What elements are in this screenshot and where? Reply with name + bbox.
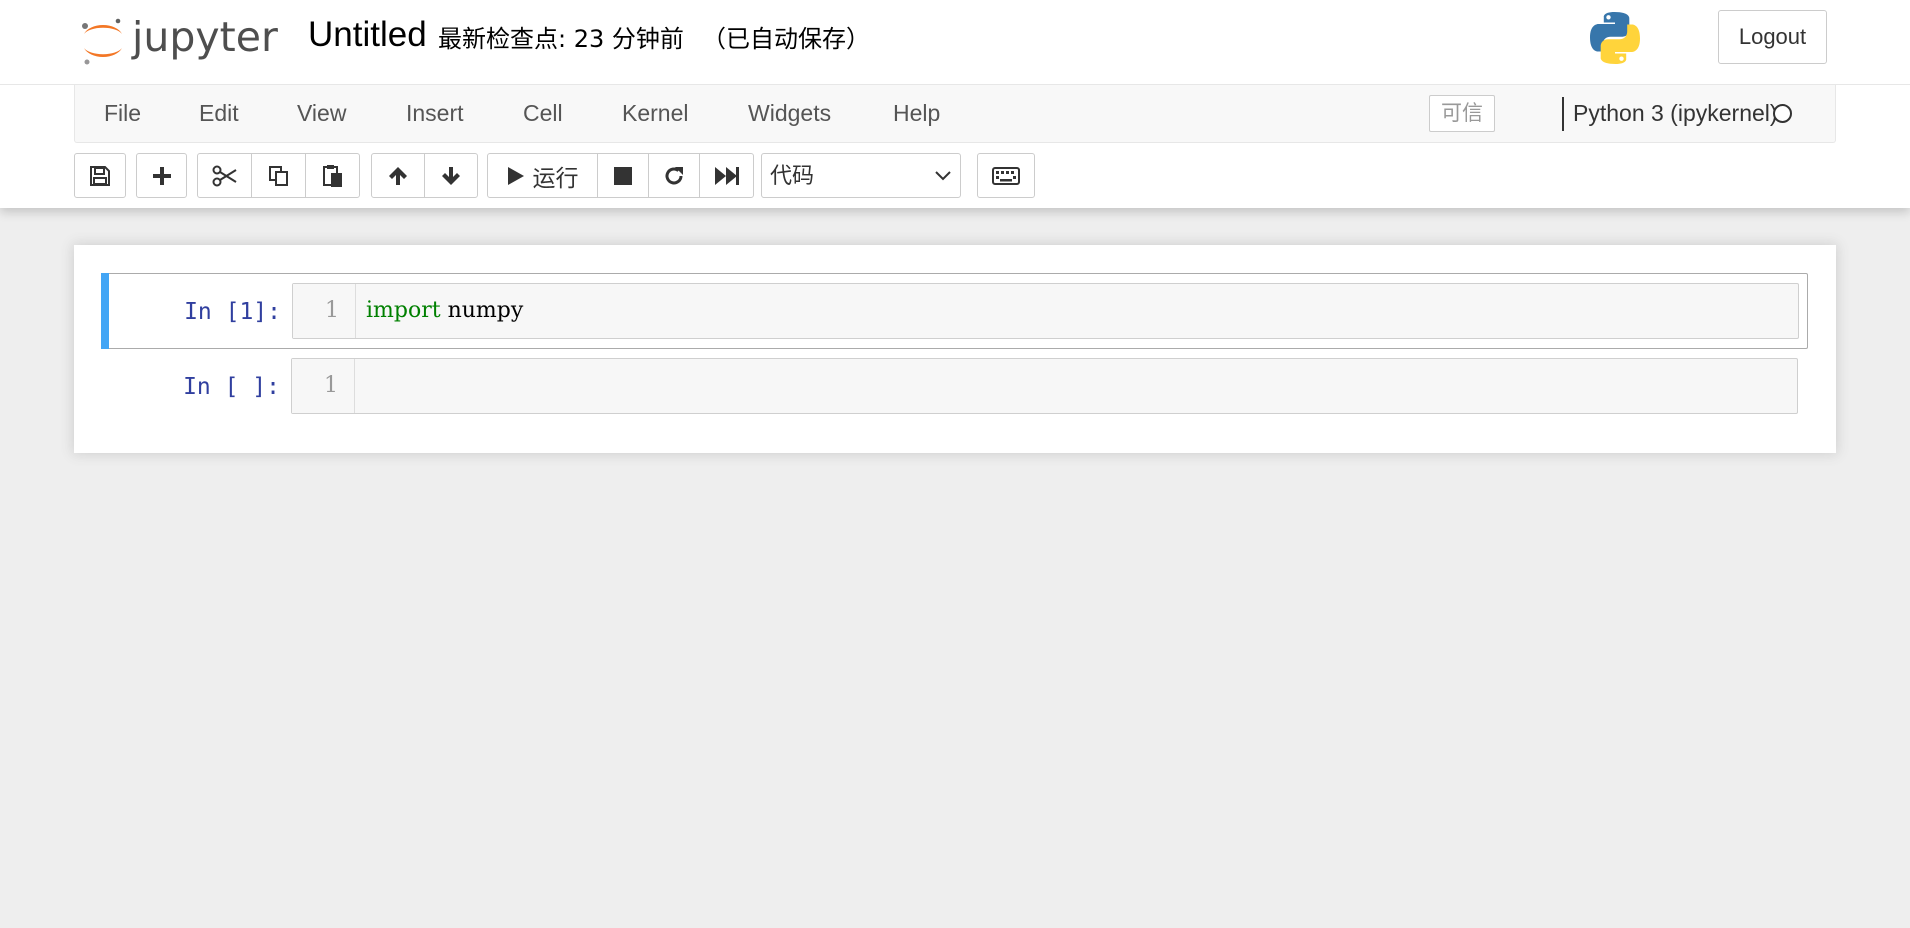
move-group	[371, 153, 478, 198]
play-icon	[507, 166, 524, 185]
code-line: import numpy	[366, 284, 523, 338]
arrow-down-icon	[442, 166, 460, 185]
stop-icon	[614, 166, 632, 185]
run-group: 运行	[487, 153, 754, 198]
jupyter-logo-icon	[82, 18, 122, 65]
command-palette-button[interactable]	[977, 153, 1035, 198]
menu-kernel[interactable]: Kernel	[622, 85, 688, 142]
run-button[interactable]: 运行	[487, 153, 598, 198]
restart-icon	[665, 166, 683, 184]
insert-cell-button[interactable]	[136, 153, 187, 198]
line-number: 1	[324, 373, 338, 398]
interrupt-kernel-button[interactable]	[597, 153, 649, 198]
insert-group	[136, 153, 187, 198]
code-cell-1[interactable]: In [1]: 1 import numpy	[101, 273, 1808, 349]
menu-insert[interactable]: Insert	[406, 85, 464, 142]
copy-button[interactable]	[251, 153, 306, 198]
line-gutter: 1	[293, 284, 356, 338]
header: jupyter Untitled 最新检查点: 23 分钟前 （已自动保存） L…	[0, 0, 1910, 208]
menu-file[interactable]: File	[104, 85, 141, 142]
header-top: jupyter Untitled 最新检查点: 23 分钟前 （已自动保存） L…	[0, 0, 1910, 85]
kernel-name[interactable]: Python 3 (ipykernel)	[1573, 85, 1778, 142]
line-gutter: 1	[292, 359, 355, 413]
cut-button[interactable]	[197, 153, 252, 198]
save-icon	[90, 165, 110, 186]
restart-run-all-button[interactable]	[699, 153, 754, 198]
save-button[interactable]	[74, 153, 126, 198]
line-number: 1	[325, 298, 339, 323]
cell-prompt: In [1]:	[184, 299, 281, 325]
scissors-icon	[212, 165, 237, 186]
menu-view[interactable]: View	[297, 85, 346, 142]
code-text: numpy	[440, 298, 524, 323]
plus-icon	[152, 166, 171, 185]
move-down-button[interactable]	[424, 153, 478, 198]
cell-input[interactable]: 1	[291, 358, 1798, 414]
clipboard-group	[197, 153, 360, 198]
notebook-container: In [1]: 1 import numpy In [ ]: 1	[74, 245, 1836, 453]
cell-type-select[interactable]: 代码	[761, 153, 961, 198]
copy-icon	[268, 165, 288, 186]
restart-kernel-button[interactable]	[648, 153, 700, 198]
cell-prompt: In [ ]:	[183, 374, 280, 400]
menu-help[interactable]: Help	[893, 85, 940, 142]
logo-text: jupyter	[132, 13, 278, 61]
keyboard-icon	[992, 166, 1020, 185]
python-logo-icon	[1590, 12, 1640, 64]
paste-icon	[322, 164, 342, 187]
kernel-divider	[1562, 97, 1564, 131]
paste-button[interactable]	[305, 153, 360, 198]
code-cell-2[interactable]: In [ ]: 1	[101, 349, 1808, 425]
logout-button[interactable]: Logout	[1718, 10, 1827, 64]
arrow-up-icon	[389, 166, 407, 185]
run-label: 运行	[532, 165, 579, 192]
cell-type-value: 代码	[770, 164, 815, 189]
fast-forward-icon	[714, 166, 739, 185]
jupyter-logo[interactable]: jupyter	[80, 10, 280, 70]
trusted-indicator[interactable]: 可信	[1429, 95, 1495, 132]
menu-cell[interactable]: Cell	[523, 85, 563, 142]
notebook-title[interactable]: Untitled	[308, 14, 427, 56]
menubar: File Edit View Insert Cell Kernel Widget…	[74, 85, 1836, 143]
selected-cell-indicator	[101, 273, 109, 349]
kernel-idle-indicator-icon	[1773, 104, 1792, 123]
keyboard-group	[977, 153, 1035, 198]
checkpoint-status: 最新检查点: 23 分钟前	[438, 25, 684, 53]
code-keyword: import	[366, 298, 441, 323]
move-up-button[interactable]	[371, 153, 425, 198]
menu-edit[interactable]: Edit	[199, 85, 239, 142]
save-group	[74, 153, 126, 198]
chevron-down-icon	[935, 171, 951, 181]
cell-input[interactable]: 1 import numpy	[292, 283, 1799, 339]
menu-widgets[interactable]: Widgets	[748, 85, 831, 142]
autosave-status: （已自动保存）	[702, 25, 870, 53]
